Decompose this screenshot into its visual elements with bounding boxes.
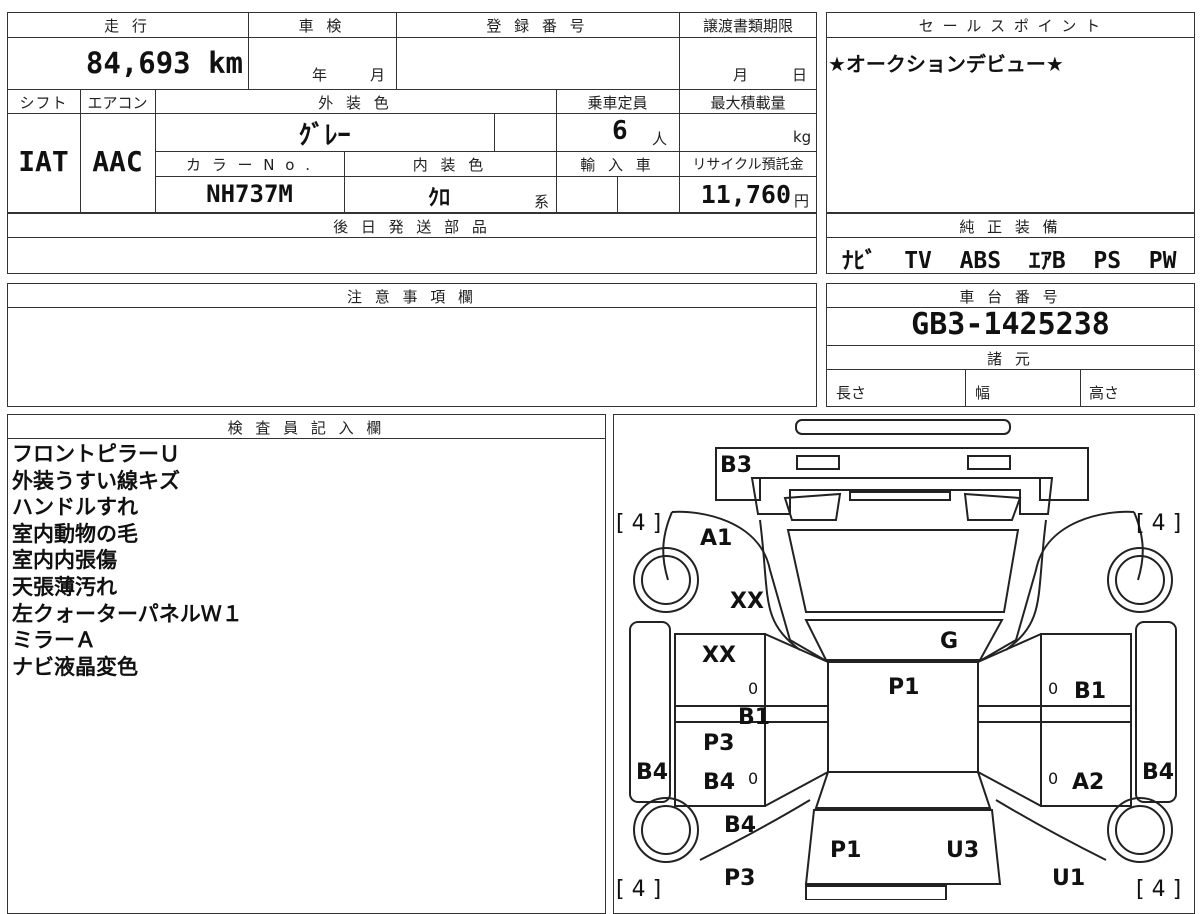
code-b1-left: B1 xyxy=(738,705,770,730)
tire-rear-right: [ 4 ] xyxy=(1136,877,1181,900)
code-u3: U3 xyxy=(946,838,979,863)
tire-rear-left: [ 4 ] xyxy=(616,877,661,900)
code-a1: A1 xyxy=(700,526,732,551)
mark-zero: 0 xyxy=(748,769,758,788)
code-b4-right-side: B4 xyxy=(1142,760,1174,785)
code-a2: A2 xyxy=(1072,770,1104,795)
damage-codes: B3 [ 4 ] [ 4 ] A1 XX G XX P1 B1 B1 P3 B4… xyxy=(616,453,1181,900)
code-xx-door: XX xyxy=(702,643,736,668)
mark-zero: 0 xyxy=(748,679,758,698)
mark-zero: 0 xyxy=(1048,769,1058,788)
tire-front-left: [ 4 ] xyxy=(616,511,661,536)
code-b3: B3 xyxy=(720,453,752,478)
car-damage-diagram: B3 [ 4 ] [ 4 ] A1 XX G XX P1 B1 B1 P3 B4… xyxy=(616,419,1181,900)
code-p3-bottom: P3 xyxy=(724,866,755,891)
code-p1-rear: P1 xyxy=(830,838,861,863)
code-p3-left: P3 xyxy=(703,731,734,756)
code-xx-upper: XX xyxy=(730,589,764,614)
code-p1-roof: P1 xyxy=(888,675,919,700)
code-g: G xyxy=(940,629,958,654)
code-b4-left-side: B4 xyxy=(636,760,668,785)
tire-front-right: [ 4 ] xyxy=(1136,511,1181,536)
code-b1-right: B1 xyxy=(1074,679,1106,704)
code-b4-left-door: B4 xyxy=(703,770,735,795)
mark-zero: 0 xyxy=(1048,679,1058,698)
code-u1: U1 xyxy=(1052,866,1085,891)
code-b4-rear: B4 xyxy=(724,813,756,838)
